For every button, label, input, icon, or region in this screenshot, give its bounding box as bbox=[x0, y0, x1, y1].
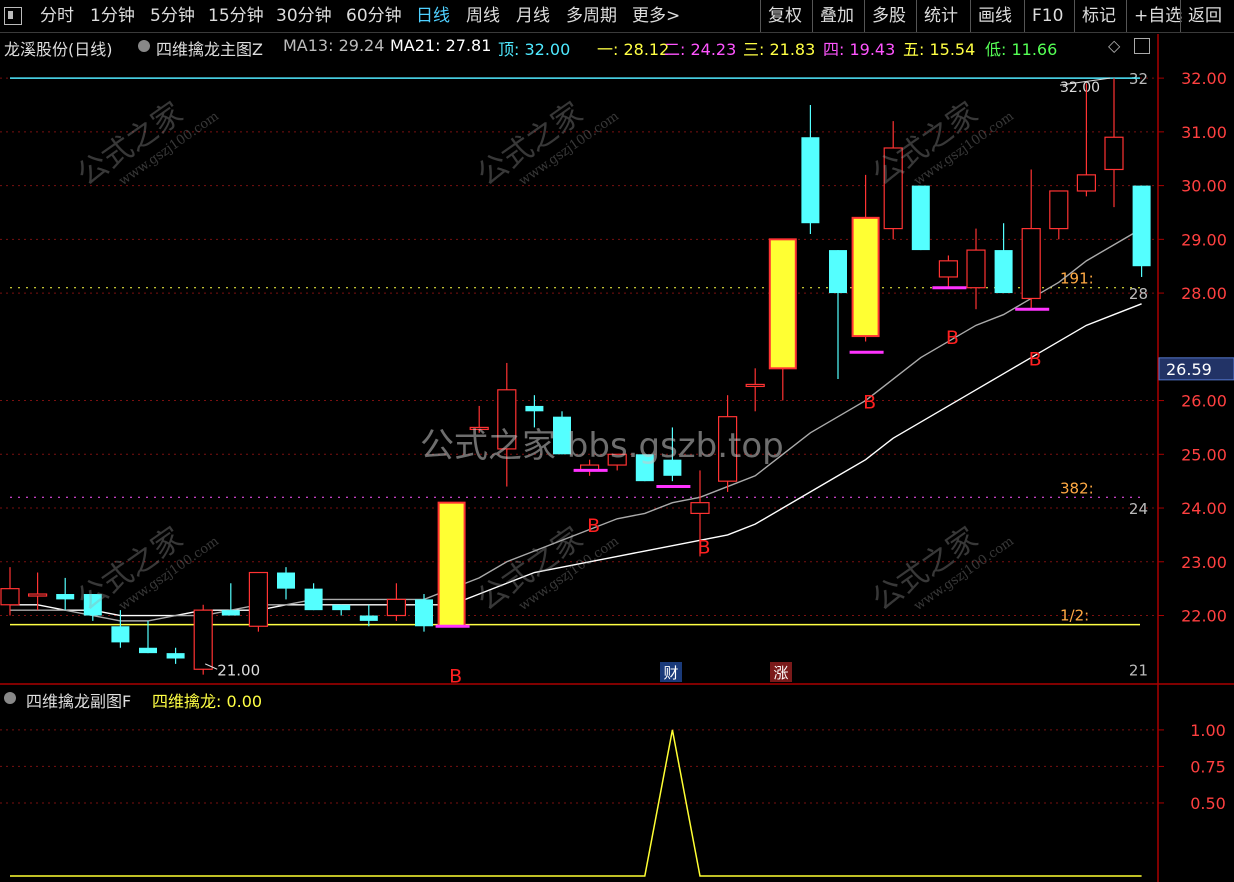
sub-y-tick-label: 1.00 bbox=[1190, 721, 1226, 740]
b-signal: B bbox=[946, 327, 959, 349]
candle-body bbox=[359, 615, 378, 621]
low-label: 21.00 bbox=[217, 661, 260, 679]
candle-body bbox=[1076, 174, 1097, 192]
center-watermark: 公式之家 bbs.gszb.top bbox=[420, 426, 784, 466]
sub-y-tick-label: 0.75 bbox=[1190, 757, 1226, 776]
candle-body bbox=[525, 405, 544, 412]
candle-body bbox=[56, 594, 75, 600]
b-signal: B bbox=[449, 666, 462, 688]
b-signal: B bbox=[697, 537, 710, 559]
candle-body bbox=[277, 572, 295, 589]
sub-y-tick-label: 0.50 bbox=[1190, 794, 1226, 813]
y-tick-label: 24.00 bbox=[1181, 499, 1227, 518]
candle-body bbox=[1049, 190, 1069, 230]
y-tick-label: 23.00 bbox=[1181, 553, 1227, 572]
fib-half-label: 1/2: bbox=[1060, 607, 1089, 625]
candle-body bbox=[248, 571, 268, 627]
sub-series-line bbox=[10, 729, 1142, 877]
y-tick-label: 26.00 bbox=[1181, 392, 1227, 411]
candle-body bbox=[1132, 185, 1151, 267]
signal-candle bbox=[768, 238, 797, 370]
y-tick-label: 32.00 bbox=[1181, 69, 1227, 88]
candle-body bbox=[415, 599, 433, 627]
cai-marker: 财 bbox=[663, 664, 678, 682]
candle-body bbox=[221, 610, 240, 616]
candle-body bbox=[994, 250, 1013, 294]
signal-candle bbox=[851, 216, 880, 338]
candle-body bbox=[166, 653, 185, 659]
inner-tick-label: 24 bbox=[1129, 500, 1148, 518]
current-price-label: 26.59 bbox=[1166, 360, 1212, 379]
candle-body bbox=[386, 598, 406, 617]
y-tick-label: 31.00 bbox=[1181, 123, 1227, 142]
candle-body bbox=[911, 185, 930, 251]
candle-body bbox=[745, 383, 765, 388]
inner-tick-label: 21 bbox=[1129, 661, 1148, 679]
candle-body bbox=[0, 588, 20, 606]
y-tick-label: 30.00 bbox=[1181, 177, 1227, 196]
y-tick-label: 28.00 bbox=[1181, 284, 1227, 303]
b-signal: B bbox=[1029, 349, 1042, 371]
candle-body bbox=[829, 250, 847, 294]
candle-body bbox=[966, 249, 986, 289]
candle-body bbox=[139, 647, 157, 654]
y-tick-label: 22.00 bbox=[1181, 607, 1227, 626]
candle-body bbox=[801, 137, 820, 224]
candle-body bbox=[111, 626, 130, 643]
candle-body bbox=[332, 604, 351, 611]
candle-body bbox=[193, 609, 213, 670]
signal-candle bbox=[437, 501, 466, 628]
candle-body bbox=[1021, 227, 1041, 300]
fib-382-label: 382: bbox=[1060, 479, 1094, 497]
candle-body bbox=[938, 260, 959, 278]
inner-tick-label: 32 bbox=[1129, 70, 1148, 88]
y-tick-label: 25.00 bbox=[1181, 445, 1227, 464]
zhang-marker: 涨 bbox=[773, 664, 788, 682]
candle-body bbox=[1104, 136, 1124, 171]
candle-body bbox=[690, 502, 710, 515]
y-tick-label: 29.00 bbox=[1181, 230, 1227, 249]
candle-body bbox=[304, 588, 323, 611]
b-signal: B bbox=[863, 392, 876, 414]
candle-body bbox=[28, 593, 48, 597]
fib-191-label: 191: bbox=[1060, 270, 1094, 288]
